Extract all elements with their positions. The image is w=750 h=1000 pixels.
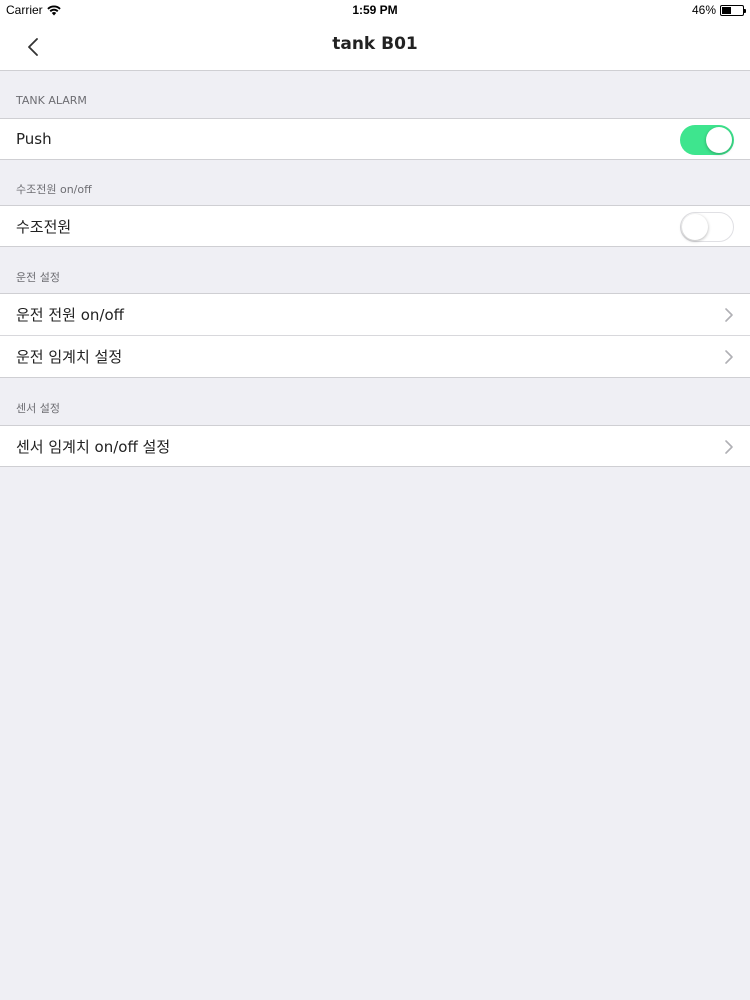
status-bar: Carrier 1:59 PM 46%	[0, 0, 750, 20]
chevron-right-icon	[725, 350, 733, 364]
operation-power-row[interactable]: 운전 전원 on/off	[0, 293, 750, 336]
toggle-knob	[682, 214, 708, 240]
battery-percent: 46%	[691, 3, 716, 17]
operation-threshold-label: 운전 임계치 설정	[16, 348, 123, 366]
tank-power-row: 수조전원	[0, 205, 750, 247]
push-row: Push	[0, 118, 750, 160]
operation-threshold-row[interactable]: 운전 임계치 설정	[0, 336, 750, 378]
clock: 1:59 PM	[352, 3, 398, 17]
push-label: Push	[16, 130, 52, 148]
section-header-operation: 운전 설정	[16, 271, 60, 284]
push-toggle[interactable]	[680, 125, 734, 155]
settings-screen: Carrier 1:59 PM 46% tank B01 TANK ALARM …	[0, 0, 750, 1000]
section-header-sensor: 센서 설정	[16, 402, 60, 415]
chevron-right-icon	[725, 440, 733, 454]
navigation-bar: tank B01	[0, 20, 750, 71]
battery-icon	[720, 4, 746, 16]
battery-indicator: 46%	[691, 3, 746, 17]
section-header-tank-alarm: TANK ALARM	[16, 94, 87, 107]
tank-power-label: 수조전원	[16, 217, 72, 236]
battery-fill	[722, 6, 732, 14]
tank-power-toggle[interactable]	[680, 212, 734, 242]
toggle-knob	[706, 127, 732, 153]
operation-power-label: 운전 전원 on/off	[16, 306, 124, 324]
section-header-tank-power: 수조전원 on/off	[16, 183, 92, 196]
sensor-threshold-label: 센서 임계치 on/off 설정	[16, 437, 171, 456]
sensor-threshold-row[interactable]: 센서 임계치 on/off 설정	[0, 425, 750, 467]
chevron-right-icon	[725, 308, 733, 322]
page-title: tank B01	[332, 34, 418, 54]
